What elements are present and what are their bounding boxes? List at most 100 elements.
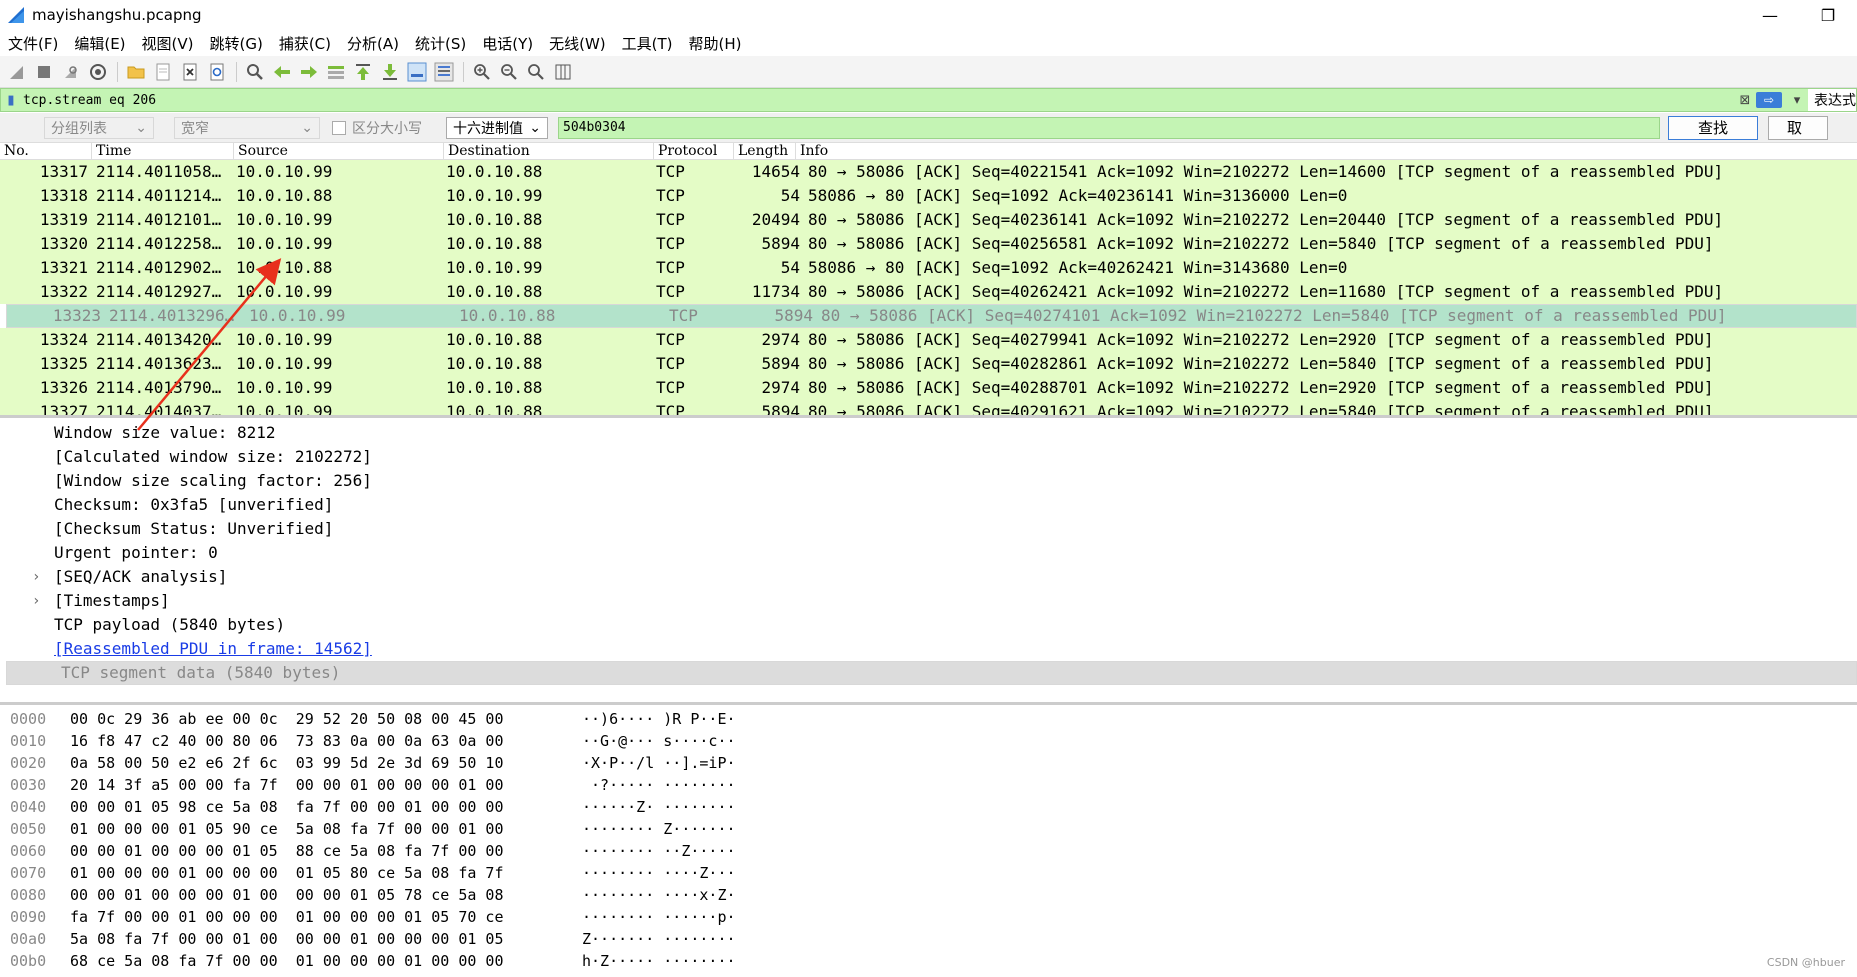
hex-offset: 0080	[10, 886, 47, 904]
column-header-time[interactable]: Time	[92, 143, 234, 159]
menu-analyze[interactable]: 分析(A)	[339, 33, 407, 54]
hex-row[interactable]: 0080 00 00 01 00 00 00 01 00 00 00 01 05 …	[0, 884, 1857, 906]
zoom-in-icon[interactable]	[469, 59, 495, 85]
minimize-button[interactable]: —	[1741, 0, 1799, 30]
menu-go[interactable]: 跳转(G)	[202, 33, 271, 54]
column-header-no[interactable]: No.	[0, 143, 92, 159]
hex-row[interactable]: 0050 01 00 00 00 01 05 90 ce 5a 08 fa 7f …	[0, 818, 1857, 840]
go-back-icon[interactable]	[269, 59, 295, 85]
zoom-out-icon[interactable]	[496, 59, 522, 85]
packet-length: 14654	[751, 162, 800, 181]
reload-icon[interactable]	[204, 59, 230, 85]
save-icon[interactable]	[150, 59, 176, 85]
search-type-select[interactable]: 十六进制值 ⌄	[446, 116, 548, 139]
case-sensitive-checkbox[interactable]	[332, 120, 346, 135]
hex-row[interactable]: 0090 fa 7f 00 00 01 00 00 00 01 00 00 00 …	[0, 906, 1857, 928]
packet-row[interactable]: 13324 2114.4013420… 10.0.10.99 10.0.10.88 TC…	[0, 328, 1857, 352]
search-scope-select[interactable]: 分组列表 ⌄	[44, 116, 154, 139]
detail-row[interactable]: [Calculated window size: 2102272]	[0, 445, 1857, 469]
packet-row[interactable]: 13317 2114.4011058… 10.0.10.99 10.0.10.88 TC…	[0, 160, 1857, 184]
packet-no: 13323	[52, 306, 101, 325]
packet-row[interactable]: 13327 2114.4014037… 10.0.10.99 10.0.10.88 TC…	[0, 400, 1857, 418]
menu-edit[interactable]: 编辑(E)	[66, 33, 133, 54]
open-folder-icon[interactable]	[123, 59, 149, 85]
packet-info: 80 → 58086 [ACK] Seq=40236141 Ack=1092 W…	[808, 210, 1724, 229]
packet-row[interactable]: 13323 2114.4013296… 10.0.10.99 10.0.10.88 TC…	[6, 304, 1857, 328]
zoom-normal-icon[interactable]	[523, 59, 549, 85]
go-forward-icon[interactable]	[296, 59, 322, 85]
detail-row[interactable]: Urgent pointer: 0	[0, 541, 1857, 565]
restart-icon[interactable]	[58, 59, 84, 85]
hex-row[interactable]: 0010 16 f8 47 c2 40 00 80 06 73 83 0a 00 …	[0, 730, 1857, 752]
detail-row[interactable]: › [Timestamps]	[0, 589, 1857, 613]
go-first-icon[interactable]	[350, 59, 376, 85]
detail-row[interactable]: [Window size scaling factor: 256]	[0, 469, 1857, 493]
detail-row[interactable]: › [SEQ/ACK analysis]	[0, 565, 1857, 589]
hex-row[interactable]: 00a0 5a 08 fa 7f 00 00 01 00 00 00 01 00 …	[0, 928, 1857, 950]
detail-row[interactable]: TCP payload (5840 bytes)	[0, 613, 1857, 637]
charset-select[interactable]: 宽窄 ⌄	[174, 116, 320, 139]
clear-filter-icon[interactable]: ⊠	[1734, 90, 1756, 110]
apply-filter-icon[interactable]: ⇨	[1756, 92, 1782, 108]
packet-list-rows: 13317 2114.4011058… 10.0.10.99 10.0.10.88 TC…	[0, 160, 1857, 418]
detail-row[interactable]: Window size value: 8212	[0, 421, 1857, 445]
detail-row[interactable]: [Checksum Status: Unverified]	[0, 517, 1857, 541]
hex-bytes: 01 00 00 00 01 05 90 ce 5a 08 fa 7f 00 0…	[70, 820, 504, 838]
menu-wireless[interactable]: 无线(W)	[541, 33, 614, 54]
find-packet-bar: 分组列表 ⌄ 宽窄 ⌄ 区分大小写 十六进制值 ⌄ 查找 取	[0, 113, 1857, 143]
column-header-length[interactable]: Length	[734, 143, 796, 159]
capture-options-icon[interactable]	[85, 59, 111, 85]
detail-link-row[interactable]: [Reassembled PDU in frame: 14562]	[0, 637, 1857, 661]
packet-row[interactable]: 13326 2114.4013790… 10.0.10.99 10.0.10.88 TC…	[0, 376, 1857, 400]
menu-view[interactable]: 视图(V)	[134, 33, 202, 54]
hex-row[interactable]: 0040 00 00 01 05 98 ce 5a 08 fa 7f 00 00 …	[0, 796, 1857, 818]
packet-row[interactable]: 13322 2114.4012927… 10.0.10.99 10.0.10.88 TC…	[0, 280, 1857, 304]
hex-row[interactable]: 0020 0a 58 00 50 e2 e6 2f 6c 03 99 5d 2e …	[0, 752, 1857, 774]
hex-ascii: Z······· ········	[582, 930, 736, 948]
packet-row[interactable]: 13321 2114.4012902… 10.0.10.88 10.0.10.99 TC…	[0, 256, 1857, 280]
close-file-icon[interactable]	[177, 59, 203, 85]
cancel-button[interactable]: 取	[1768, 115, 1828, 140]
go-to-packet-icon[interactable]	[323, 59, 349, 85]
stop-icon[interactable]	[31, 59, 57, 85]
display-filter-input[interactable]	[21, 89, 1734, 111]
find-button[interactable]: 查找	[1668, 115, 1758, 140]
shark-fin-icon[interactable]	[4, 59, 30, 85]
packet-protocol: TCP	[656, 186, 685, 205]
filter-history-dropdown-icon[interactable]: ▾	[1786, 90, 1808, 110]
packet-row[interactable]: 13318 2114.4011214… 10.0.10.88 10.0.10.99 TC…	[0, 184, 1857, 208]
menu-tools[interactable]: 工具(T)	[614, 33, 681, 54]
packet-row[interactable]: 13319 2114.4012101… 10.0.10.99 10.0.10.88 TC…	[0, 208, 1857, 232]
restore-button[interactable]: ❐	[1799, 0, 1857, 30]
hex-row[interactable]: 0000 00 0c 29 36 ab ee 00 0c 29 52 20 50 …	[0, 708, 1857, 730]
detail-row[interactable]: TCP segment data (5840 bytes)	[6, 661, 1857, 685]
packet-time: 2114.4014037…	[96, 402, 222, 418]
hex-row[interactable]: 0070 01 00 00 00 01 00 00 00 01 05 80 ce …	[0, 862, 1857, 884]
packet-row[interactable]: 13325 2114.4013623… 10.0.10.99 10.0.10.88 TC…	[0, 352, 1857, 376]
find-packet-icon[interactable]	[242, 59, 268, 85]
packet-row[interactable]: 13320 2114.4012258… 10.0.10.99 10.0.10.88 TC…	[0, 232, 1857, 256]
menu-capture[interactable]: 捕获(C)	[271, 33, 339, 54]
packet-length: 20494	[751, 210, 800, 229]
column-header-destination[interactable]: Destination	[444, 143, 654, 159]
hex-row[interactable]: 0030 20 14 3f a5 00 00 fa 7f 00 00 01 00 …	[0, 774, 1857, 796]
column-header-source[interactable]: Source	[234, 143, 444, 159]
resize-columns-icon[interactable]	[550, 59, 576, 85]
auto-scroll-icon[interactable]	[404, 59, 430, 85]
column-header-info[interactable]: Info	[796, 143, 1857, 159]
colorize-icon[interactable]	[431, 59, 457, 85]
hex-row[interactable]: 0060 00 00 01 00 00 00 01 05 88 ce 5a 08 …	[0, 840, 1857, 862]
expression-button[interactable]: 表达式	[1808, 89, 1856, 111]
menu-telephony[interactable]: 电话(Y)	[474, 33, 541, 54]
menu-help[interactable]: 帮助(H)	[681, 33, 750, 54]
detail-row[interactable]: Checksum: 0x3fa5 [unverified]	[0, 493, 1857, 517]
menu-file[interactable]: 文件(F)	[0, 33, 66, 54]
expand-chevron-icon[interactable]: ›	[32, 565, 40, 589]
search-value-input[interactable]	[558, 116, 1660, 139]
go-last-icon[interactable]	[377, 59, 403, 85]
hex-row[interactable]: 00b0 68 ce 5a 08 fa 7f 00 00 01 00 00 00 …	[0, 950, 1857, 972]
expand-chevron-icon[interactable]: ›	[32, 589, 40, 613]
column-header-protocol[interactable]: Protocol	[654, 143, 734, 159]
menu-statistics[interactable]: 统计(S)	[407, 33, 474, 54]
bookmark-icon[interactable]: ▮	[1, 89, 21, 111]
